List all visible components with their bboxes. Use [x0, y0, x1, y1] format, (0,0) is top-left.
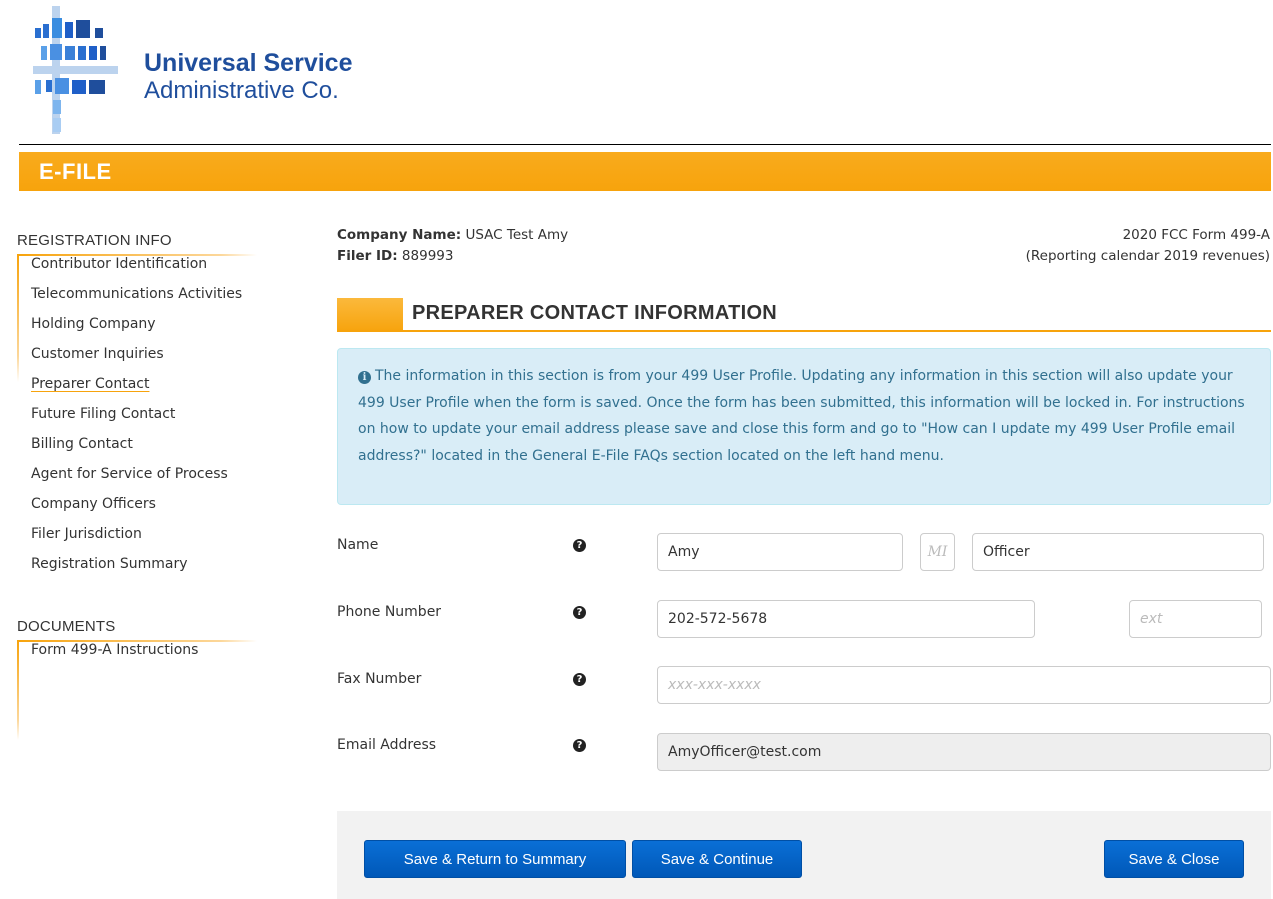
save-return-summary-button[interactable]: Save & Return to Summary	[364, 840, 626, 878]
sidebar-item-company-officers[interactable]: Company Officers	[31, 489, 262, 519]
fax-input[interactable]: xxx-xxx-xxxx	[657, 666, 1271, 704]
info-text: The information in this section is from …	[358, 368, 1245, 464]
section-underline	[337, 330, 1271, 332]
first-name-input[interactable]: Amy	[657, 533, 903, 571]
form-subtitle: (Reporting calendar 2019 revenues)	[1025, 248, 1270, 264]
save-close-button[interactable]: Save & Close	[1104, 840, 1244, 878]
registration-info-heading: REGISTRATION INFO	[17, 232, 172, 249]
section-title: PREPARER CONTACT INFORMATION	[412, 302, 778, 324]
banner-title: E-FILE	[39, 159, 112, 184]
group-underline	[17, 254, 257, 256]
usac-logo-text: Universal Service Administrative Co.	[144, 51, 352, 103]
email-help-icon[interactable]: ?	[573, 739, 586, 752]
sidebar-item-filer-jurisdiction[interactable]: Filer Jurisdiction	[31, 519, 262, 549]
sidebar-nav: REGISTRATION INFO Contributor Identifica…	[17, 232, 262, 740]
sidebar-item-holding-company[interactable]: Holding Company	[31, 309, 262, 339]
logo-line1: Universal Service	[144, 49, 353, 77]
usac-logo: Universal Service Administrative Co.	[33, 6, 433, 136]
email-label: Email Address	[337, 737, 437, 753]
name-help-icon[interactable]: ?	[573, 539, 586, 552]
sidebar-item-preparer-contact[interactable]: Preparer Contact	[31, 369, 262, 399]
email-input[interactable]: AmyOfficer@test.com	[657, 733, 1271, 771]
documents-heading: DOCUMENTS	[17, 618, 116, 635]
info-alert: i The information in this section is from…	[337, 348, 1271, 505]
sidebar-item-future-filing-contact[interactable]: Future Filing Contact	[31, 399, 262, 429]
fax-label: Fax Number	[337, 671, 422, 687]
logo-line2: Administrative Co.	[144, 77, 339, 104]
registration-info-group: REGISTRATION INFO Contributor Identifica…	[17, 232, 262, 579]
fax-help-icon[interactable]: ?	[573, 673, 586, 686]
registration-info-list: Contributor Identification Telecommunicat…	[17, 249, 262, 579]
filer-id-value: 889993	[401, 248, 454, 264]
header-divider	[19, 144, 1271, 145]
company-name-label: Company Name:	[337, 227, 462, 243]
phone-label: Phone Number	[337, 604, 442, 620]
efile-banner: E-FILE	[19, 152, 1271, 191]
company-meta: Company Name: USAC Test Amy Filer ID: 88…	[337, 225, 568, 267]
sidebar-item-registration-summary[interactable]: Registration Summary	[31, 549, 262, 579]
filer-id-label: Filer ID:	[337, 248, 398, 264]
sidebar-item-agent-for-service-of-process[interactable]: Agent for Service of Process	[31, 459, 262, 489]
name-label: Name	[337, 537, 379, 553]
phone-help-icon[interactable]: ?	[573, 606, 586, 619]
company-name-value: USAC Test Amy	[465, 227, 569, 243]
form-title: 2020 FCC Form 499-A	[1122, 227, 1270, 243]
group-sideline	[17, 640, 19, 740]
phone-ext-input[interactable]: ext	[1129, 600, 1262, 638]
form-meta: 2020 FCC Form 499-A (Reporting calendar …	[1026, 225, 1270, 267]
section-accent-block	[337, 298, 403, 332]
save-continue-button[interactable]: Save & Continue	[632, 840, 802, 878]
info-icon: i	[358, 371, 371, 384]
phone-input[interactable]: 202-572-5678	[657, 600, 1035, 638]
section-header: PREPARER CONTACT INFORMATION	[337, 298, 1271, 332]
middle-initial-input[interactable]: MI	[920, 533, 955, 571]
last-name-input[interactable]: Officer	[972, 533, 1264, 571]
documents-group: DOCUMENTS Form 499-A Instructions	[17, 618, 262, 740]
sidebar-item-customer-inquiries[interactable]: Customer Inquiries	[31, 339, 262, 369]
form-footer: Save & Return to Summary Save & Continue…	[337, 811, 1271, 899]
usac-logo-mark	[33, 6, 118, 134]
group-sideline	[17, 254, 19, 382]
group-underline	[17, 640, 257, 642]
sidebar-item-telecommunications-activities[interactable]: Telecommunications Activities	[31, 279, 262, 309]
sidebar-item-billing-contact[interactable]: Billing Contact	[31, 429, 262, 459]
